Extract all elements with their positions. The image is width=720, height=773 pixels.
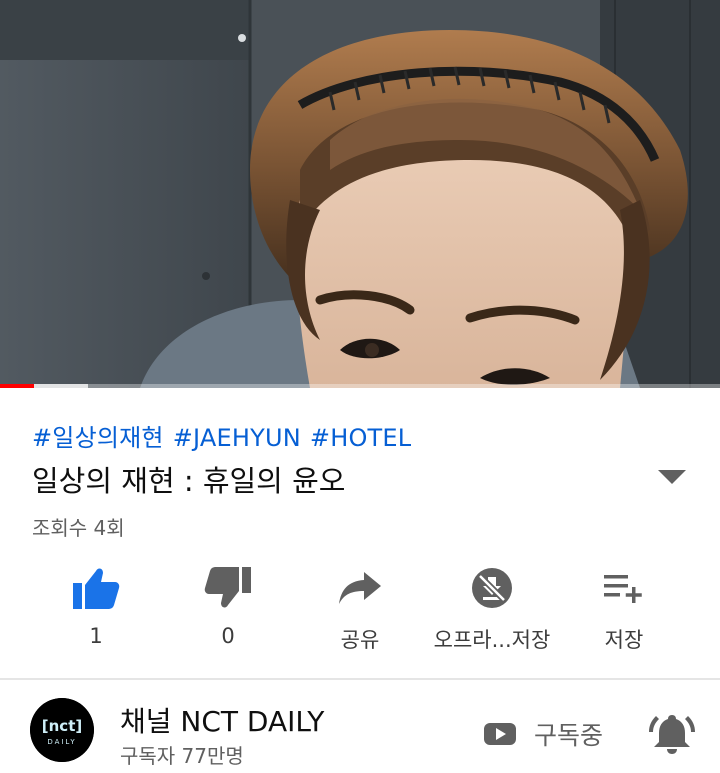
view-count: 조회수 4회 xyxy=(32,516,125,540)
like-count: 1 xyxy=(89,624,103,648)
progress-played xyxy=(0,384,34,388)
thumbs-down-icon xyxy=(204,567,251,608)
thumbs-up-icon xyxy=(73,568,120,609)
youtube-play-icon xyxy=(484,723,516,745)
subscriber-count: 구독자 77만명 xyxy=(120,744,244,768)
video-frame xyxy=(0,0,720,388)
subscribed-button[interactable]: 구독중 xyxy=(484,716,603,752)
subscribed-label: 구독중 xyxy=(534,721,604,750)
share-arrow-icon xyxy=(339,572,381,604)
video-player[interactable] xyxy=(0,0,720,388)
triangle-down-icon[interactable] xyxy=(656,466,688,486)
hashtag-link[interactable]: #일상의재현 xyxy=(32,424,164,452)
download-disabled-icon xyxy=(472,568,512,608)
hashtag-list: #일상의재현 #JAEHYUN #HOTEL xyxy=(32,418,420,453)
share-label: 공유 xyxy=(340,628,380,652)
dislike-button[interactable]: 0 xyxy=(168,562,288,648)
offline-save-button[interactable]: 오프라...저장 xyxy=(432,562,552,654)
like-button[interactable]: 1 xyxy=(36,562,156,648)
video-progress-bar[interactable] xyxy=(0,384,720,388)
save-button[interactable]: 저장 xyxy=(564,562,684,654)
hashtag-link[interactable]: #HOTEL xyxy=(310,424,411,452)
dislike-count: 0 xyxy=(221,624,235,648)
offline-save-label: 오프라...저장 xyxy=(433,628,551,652)
avatar-logo-subtext: DAILY xyxy=(47,738,76,746)
hashtag-link[interactable]: #JAEHYUN xyxy=(173,424,301,452)
channel-avatar[interactable]: [nct] DAILY xyxy=(30,698,94,762)
channel-name[interactable]: 채널 NCT DAILY xyxy=(120,700,324,740)
avatar-logo-text: [nct] xyxy=(42,717,82,735)
playlist-add-icon xyxy=(604,575,642,603)
bell-ringing-icon[interactable] xyxy=(648,712,696,756)
video-title[interactable]: 일상의 재현 : 휴일의 윤오 xyxy=(32,458,345,500)
section-divider xyxy=(0,678,720,680)
share-button[interactable]: 공유 xyxy=(300,562,420,654)
save-label: 저장 xyxy=(604,628,644,652)
